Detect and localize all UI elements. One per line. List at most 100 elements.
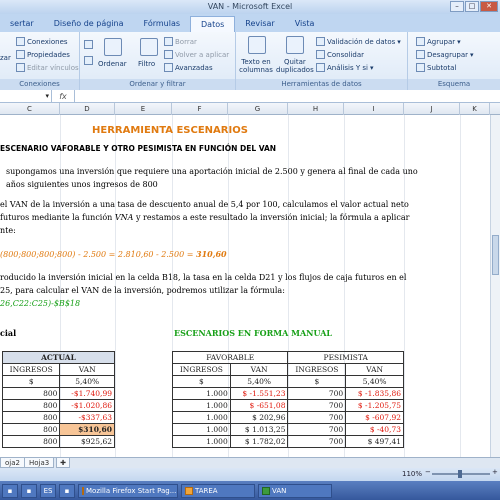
texto-columnas-button[interactable]: Texto en columnas — [238, 58, 274, 74]
paragraph-2-line-3: nte: — [0, 226, 16, 235]
remove-duplicates-icon — [286, 36, 304, 54]
tab-revisar[interactable]: Revisar — [235, 16, 284, 32]
ingresos-cell[interactable]: 700 — [287, 435, 347, 448]
van-cell[interactable]: -$1.020,86 — [59, 399, 115, 412]
ingresos-cell[interactable]: 1.000 — [172, 423, 231, 436]
ingresos-cell[interactable]: 800 — [1, 423, 61, 436]
table-row: 800 $310,60 — [1, 423, 115, 436]
van-cell[interactable]: $ 1.013,25 — [229, 423, 289, 436]
subtotal-icon — [416, 63, 425, 72]
volver-aplicar-button[interactable]: Volver a aplicar — [164, 50, 229, 59]
actual-header: ACTUAL — [2, 351, 115, 364]
column-header-c[interactable]: C — [0, 103, 60, 115]
formula-input[interactable] — [74, 90, 500, 102]
van-cell[interactable]: $925,62 — [59, 435, 115, 448]
language-indicator[interactable]: ES — [40, 483, 56, 498]
ordenar-button[interactable]: Ordenar — [98, 60, 127, 68]
van-cell[interactable]: $ -1.835,86 — [345, 387, 404, 400]
sheet-tab-hoja3[interactable]: Hoja3 — [24, 458, 55, 468]
taskbar-app-icon[interactable]: ▪ — [21, 483, 37, 498]
column-header-h[interactable]: H — [288, 103, 344, 115]
vertical-scrollbar[interactable] — [490, 115, 500, 457]
taskbar-item-firefox[interactable]: Mozilla Firefox Start Pag... — [78, 483, 178, 498]
zoom-slider-handle[interactable] — [458, 470, 462, 478]
consolidar-button[interactable]: Consolidar — [316, 50, 364, 59]
refresh-all-button[interactable]: zar — [0, 54, 11, 62]
ingresos-cell[interactable]: 1.000 — [172, 399, 231, 412]
propiedades-button[interactable]: Propiedades — [16, 50, 70, 59]
taskbar-app-icon[interactable]: ▪ — [2, 483, 18, 498]
van-cell[interactable]: $ 202,96 — [229, 411, 289, 424]
van-cell[interactable]: $ -40,73 — [345, 423, 404, 436]
tab-vista[interactable]: Vista — [285, 16, 325, 32]
van-cell[interactable]: $ -651,08 — [229, 399, 289, 412]
group-ordenar-filtrar: Ordenar Filtro Borrar Volver a aplicar A… — [80, 32, 236, 90]
ingresos-cell[interactable]: 1.000 — [172, 411, 231, 424]
ingresos-cell[interactable]: 800 — [1, 435, 61, 448]
ingresos-cell[interactable]: 1.000 — [172, 435, 231, 448]
column-header-f[interactable]: F — [172, 103, 228, 115]
van-cell[interactable]: $ 497,41 — [345, 435, 404, 448]
column-header-i[interactable]: I — [344, 103, 404, 115]
worksheet-grid[interactable]: HERRAMIENTA ESCENARIOS ESCENARIO VAFORAB… — [0, 115, 500, 457]
sheet-tab-hoja2[interactable]: oja2 — [0, 458, 25, 468]
column-header-e[interactable]: E — [115, 103, 172, 115]
tab-diseno-pagina[interactable]: Diseño de página — [44, 16, 134, 32]
column-headers: C D E F G H I J K — [0, 103, 500, 115]
quitar-duplicados-button[interactable]: Quitar duplicados — [276, 58, 314, 74]
agrupar-button[interactable]: Agrupar ▾ — [416, 37, 461, 46]
minimize-button[interactable]: – — [450, 1, 464, 12]
ingresos-cell[interactable]: 1.000 — [172, 387, 231, 400]
rate-cell[interactable]: 5,40% — [345, 375, 404, 388]
tab-datos[interactable]: Datos — [190, 16, 236, 32]
conexiones-button[interactable]: Conexiones — [16, 37, 68, 46]
name-box[interactable]: ▾ — [0, 90, 52, 102]
close-button[interactable]: ✕ — [480, 1, 498, 12]
rate-cell[interactable]: 5,40% — [59, 375, 115, 388]
zoom-in-icon[interactable]: + — [492, 468, 498, 476]
zoom-out-icon[interactable]: − — [425, 468, 431, 476]
rate-cell[interactable]: 5,40% — [229, 375, 289, 388]
scrollbar-thumb[interactable] — [492, 235, 499, 275]
ingresos-cell[interactable]: 800 — [1, 387, 61, 400]
ingresos-cell[interactable]: 800 — [1, 399, 61, 412]
ingresos-cell[interactable]: 700 — [287, 399, 347, 412]
borrar-button[interactable]: Borrar — [164, 37, 197, 46]
tab-formulas[interactable]: Fórmulas — [134, 16, 191, 32]
unit-cell[interactable]: $ — [287, 375, 347, 388]
ingresos-cell[interactable]: 800 — [1, 411, 61, 424]
subtotal-button[interactable]: Subtotal — [416, 63, 456, 72]
filtro-button[interactable]: Filtro — [138, 60, 155, 68]
validacion-datos-button[interactable]: Validación de datos ▾ — [316, 37, 401, 46]
van-cell[interactable]: $ -607,92 — [345, 411, 404, 424]
van-cell-highlighted[interactable]: $310,60 — [59, 423, 115, 436]
van-cell[interactable]: $ -1.551,23 — [229, 387, 289, 400]
ingresos-cell[interactable]: 700 — [287, 387, 347, 400]
editar-vinculos-button[interactable]: Editar vínculos — [16, 63, 79, 72]
fx-icon[interactable]: fx — [52, 92, 74, 101]
analisis-y-si-button[interactable]: Análisis Y si ▾ — [316, 63, 373, 72]
avanzadas-button[interactable]: Avanzadas — [164, 63, 213, 72]
maximize-button[interactable]: □ — [465, 1, 479, 12]
column-header-g[interactable]: G — [228, 103, 288, 115]
taskbar-item-tarea[interactable]: TAREA — [181, 483, 255, 498]
van-cell[interactable]: -$1.740,99 — [59, 387, 115, 400]
new-sheet-icon[interactable]: ✚ — [56, 458, 70, 468]
tab-insertar[interactable]: sertar — [0, 16, 44, 32]
taskbar-app-icon[interactable]: ▪ — [59, 483, 75, 498]
column-header-k[interactable]: K — [460, 103, 490, 115]
desagrupar-button[interactable]: Desagrupar ▾ — [416, 50, 474, 59]
sort-az-button[interactable] — [84, 40, 93, 49]
van-cell[interactable]: $ 1.782,02 — [229, 435, 289, 448]
ingresos-cell[interactable]: 700 — [287, 411, 347, 424]
van-cell[interactable]: -$337,63 — [59, 411, 115, 424]
taskbar-item-van[interactable]: VAN — [258, 483, 332, 498]
zoom-slider[interactable] — [432, 470, 490, 478]
ingresos-cell[interactable]: 700 — [287, 423, 347, 436]
van-cell[interactable]: $ -1.205,75 — [345, 399, 404, 412]
column-header-j[interactable]: J — [404, 103, 460, 115]
unit-cell[interactable]: $ — [1, 375, 61, 388]
unit-cell[interactable]: $ — [172, 375, 231, 388]
column-header-d[interactable]: D — [60, 103, 115, 115]
sort-za-button[interactable] — [84, 56, 93, 65]
